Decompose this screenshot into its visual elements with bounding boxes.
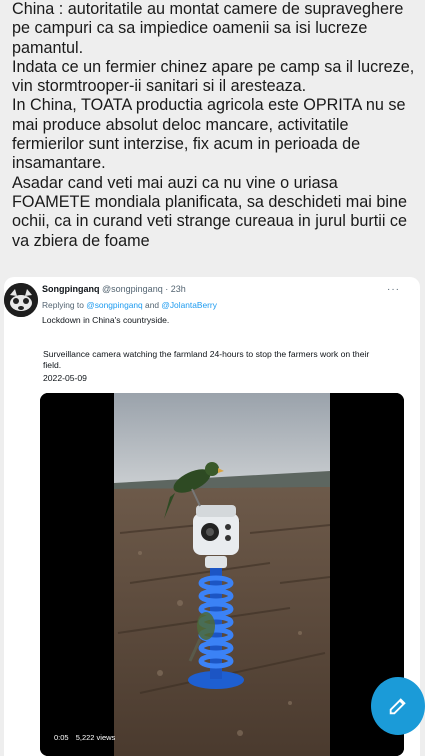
video-views: 5,222 views (75, 733, 116, 742)
author-name[interactable]: Songpinganq (42, 284, 100, 294)
video-player[interactable]: 0:05 5,222 views (40, 393, 404, 756)
post-paragraph-2: Indata ce un fermier chinez apare pe cam… (12, 57, 415, 96)
post-paragraph-3: In China, TOATA productia agricola este … (12, 96, 406, 173)
compose-button[interactable] (371, 677, 425, 735)
reply-and: and (145, 300, 160, 310)
post-text: China : autoritatile au montat camere de… (12, 0, 420, 251)
quoted-tweet[interactable]: Surveillance camera watching the farmlan… (37, 341, 411, 756)
compose-icon (389, 698, 406, 715)
quote-date: 2022-05-09 (43, 373, 87, 383)
tweet-body: Lockdown in China's countryside. (42, 315, 170, 325)
reply-prefix: Replying to (42, 300, 84, 310)
reply-link-1[interactable]: @songpinganq (86, 300, 142, 310)
tweet-header: Songpinganq @songpinganq · 23h (42, 284, 186, 294)
video-frame (40, 393, 404, 756)
reply-context: Replying to @songpinganq and @JolantaBer… (42, 300, 217, 310)
quote-text: Surveillance camera watching the farmlan… (43, 349, 370, 370)
post-paragraph-4: Asadar cand veti mai auzi ca nu vine o u… (12, 173, 408, 250)
more-dots-icon[interactable]: ··· (387, 284, 400, 295)
video-time: 0:05 (54, 733, 69, 742)
tweet-screenshot: Songpinganq @songpinganq · 23h ··· Reply… (4, 277, 420, 756)
author-handle-time: @songpinganq · 23h (102, 284, 186, 294)
reply-link-2[interactable]: @JolantaBerry (161, 300, 217, 310)
post-paragraph-1: China : autoritatile au montat camere de… (12, 0, 404, 57)
avatar[interactable] (4, 283, 38, 317)
video-meta: 0:05 5,222 views (54, 733, 120, 742)
